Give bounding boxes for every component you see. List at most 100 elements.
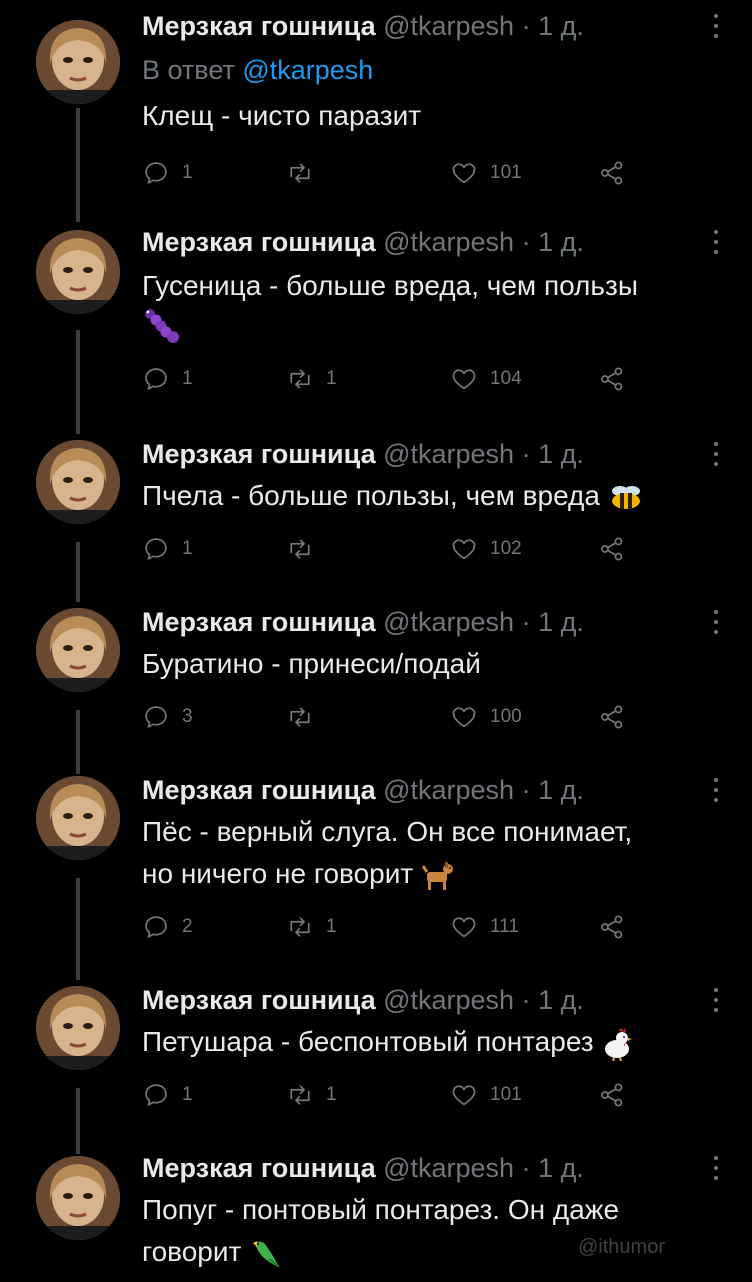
username[interactable]: @tkarpesh: [383, 775, 514, 805]
username[interactable]: @tkarpesh: [383, 1153, 514, 1183]
retweet-button[interactable]: 1: [286, 912, 337, 942]
like-button[interactable]: 100: [450, 702, 522, 732]
like-button[interactable]: 111: [450, 912, 519, 942]
display-name[interactable]: Мерзкая гошница: [142, 11, 376, 41]
display-name[interactable]: Мерзкая гошница: [142, 1153, 376, 1183]
username[interactable]: @tkarpesh: [383, 607, 514, 637]
retweet-icon: [290, 163, 310, 183]
more-options-icon[interactable]: [706, 608, 726, 638]
thread-line: [76, 542, 80, 602]
retweet-icon: [290, 539, 310, 559]
reply-count: 1: [182, 1084, 193, 1105]
like-count: 104: [490, 368, 522, 389]
retweet-count: 1: [326, 1084, 337, 1105]
retweet-button[interactable]: [286, 702, 326, 732]
reply-button[interactable]: 1: [142, 534, 193, 564]
avatar[interactable]: [36, 608, 120, 692]
retweet-button[interactable]: [286, 534, 326, 564]
more-options-icon[interactable]: [706, 12, 726, 42]
reply-icon: [145, 706, 167, 728]
avatar[interactable]: [36, 1156, 120, 1240]
timestamp[interactable]: 1 д.: [538, 439, 584, 469]
like-count: 101: [490, 1084, 522, 1105]
timestamp[interactable]: 1 д.: [538, 227, 584, 257]
timestamp[interactable]: 1 д.: [538, 985, 584, 1015]
heart-icon: [452, 163, 476, 184]
display-name[interactable]: Мерзкая гошница: [142, 227, 376, 257]
timestamp[interactable]: 1 д.: [538, 775, 584, 805]
avatar[interactable]: [36, 776, 120, 860]
username[interactable]: @tkarpesh: [383, 227, 514, 257]
tweet-actions: 1 1 101: [142, 1080, 702, 1110]
reply-button[interactable]: 3: [142, 702, 193, 732]
share-button[interactable]: [598, 364, 638, 394]
timestamp[interactable]: 1 д.: [538, 1153, 584, 1183]
display-name[interactable]: Мерзкая гошница: [142, 607, 376, 637]
more-options-icon[interactable]: [706, 986, 726, 1016]
tweet-header: Мерзкая гошница @tkarpesh · 1 д.: [142, 438, 584, 470]
tweet-actions: 2 1 111: [142, 912, 702, 942]
tweet-actions: 1 1 104: [142, 364, 702, 394]
display-name[interactable]: Мерзкая гошница: [142, 439, 376, 469]
timestamp[interactable]: 1 д.: [538, 607, 584, 637]
display-name[interactable]: Мерзкая гошница: [142, 985, 376, 1015]
share-button[interactable]: [598, 534, 638, 564]
tweet-text-content: говорит: [142, 1236, 242, 1267]
like-button[interactable]: 101: [450, 158, 522, 188]
avatar[interactable]: [36, 986, 120, 1070]
heart-icon: [452, 539, 476, 560]
tweet-header: Мерзкая гошница @tkarpesh · 1 д.: [142, 1152, 584, 1184]
heart-icon: [452, 917, 476, 938]
separator: ·: [521, 11, 531, 41]
timestamp[interactable]: 1 д.: [538, 11, 584, 41]
reply-button[interactable]: 1: [142, 1080, 193, 1110]
reply-count: 1: [182, 538, 193, 559]
avatar[interactable]: [36, 20, 120, 104]
retweet-icon: [290, 917, 310, 937]
retweet-button[interactable]: 1: [286, 1080, 337, 1110]
display-name[interactable]: Мерзкая гошница: [142, 775, 376, 805]
like-button[interactable]: 102: [450, 534, 522, 564]
share-icon: [601, 1083, 623, 1107]
like-button[interactable]: 101: [450, 1080, 522, 1110]
avatar[interactable]: [36, 230, 120, 314]
username[interactable]: @tkarpesh: [383, 985, 514, 1015]
reply-button[interactable]: 2: [142, 912, 193, 942]
thread-line: [76, 330, 80, 434]
caterpillar-emoji: [142, 306, 182, 346]
reply-icon: [145, 1084, 167, 1106]
username[interactable]: @tkarpesh: [383, 11, 514, 41]
share-icon: [601, 705, 623, 729]
tweet-actions: 3 100: [142, 702, 702, 732]
heart-icon: [452, 707, 476, 728]
retweet-button[interactable]: [286, 158, 326, 188]
more-options-icon[interactable]: [706, 228, 726, 258]
share-button[interactable]: [598, 158, 638, 188]
avatar[interactable]: [36, 440, 120, 524]
tweet-text-line-1: Пёс - верный слуга. Он все понимает,: [142, 816, 633, 847]
reply-mention-link[interactable]: @tkarpesh: [242, 55, 373, 85]
separator: ·: [521, 775, 531, 805]
thread-line: [76, 878, 80, 980]
username[interactable]: @tkarpesh: [383, 439, 514, 469]
retweet-icon: [290, 369, 310, 389]
share-button[interactable]: [598, 1080, 638, 1110]
tweet-text: Петушара - беспонтовый понтарез: [142, 1022, 722, 1062]
like-button[interactable]: 104: [450, 364, 522, 394]
retweet-count: 1: [326, 368, 337, 389]
tweet-actions: 1 101: [142, 158, 702, 188]
share-button[interactable]: [598, 912, 638, 942]
retweet-icon: [290, 707, 310, 727]
retweet-button[interactable]: 1: [286, 364, 337, 394]
watermark: @ithumor: [578, 1236, 665, 1258]
reply-prefix: В ответ: [142, 55, 235, 85]
reply-button[interactable]: 1: [142, 158, 193, 188]
share-icon: [601, 537, 623, 561]
reply-button[interactable]: 1: [142, 364, 193, 394]
more-options-icon[interactable]: [706, 440, 726, 470]
more-options-icon[interactable]: [706, 1154, 726, 1184]
separator: ·: [521, 985, 531, 1015]
parrot-emoji: [249, 1237, 283, 1271]
share-button[interactable]: [598, 702, 638, 732]
more-options-icon[interactable]: [706, 776, 726, 806]
